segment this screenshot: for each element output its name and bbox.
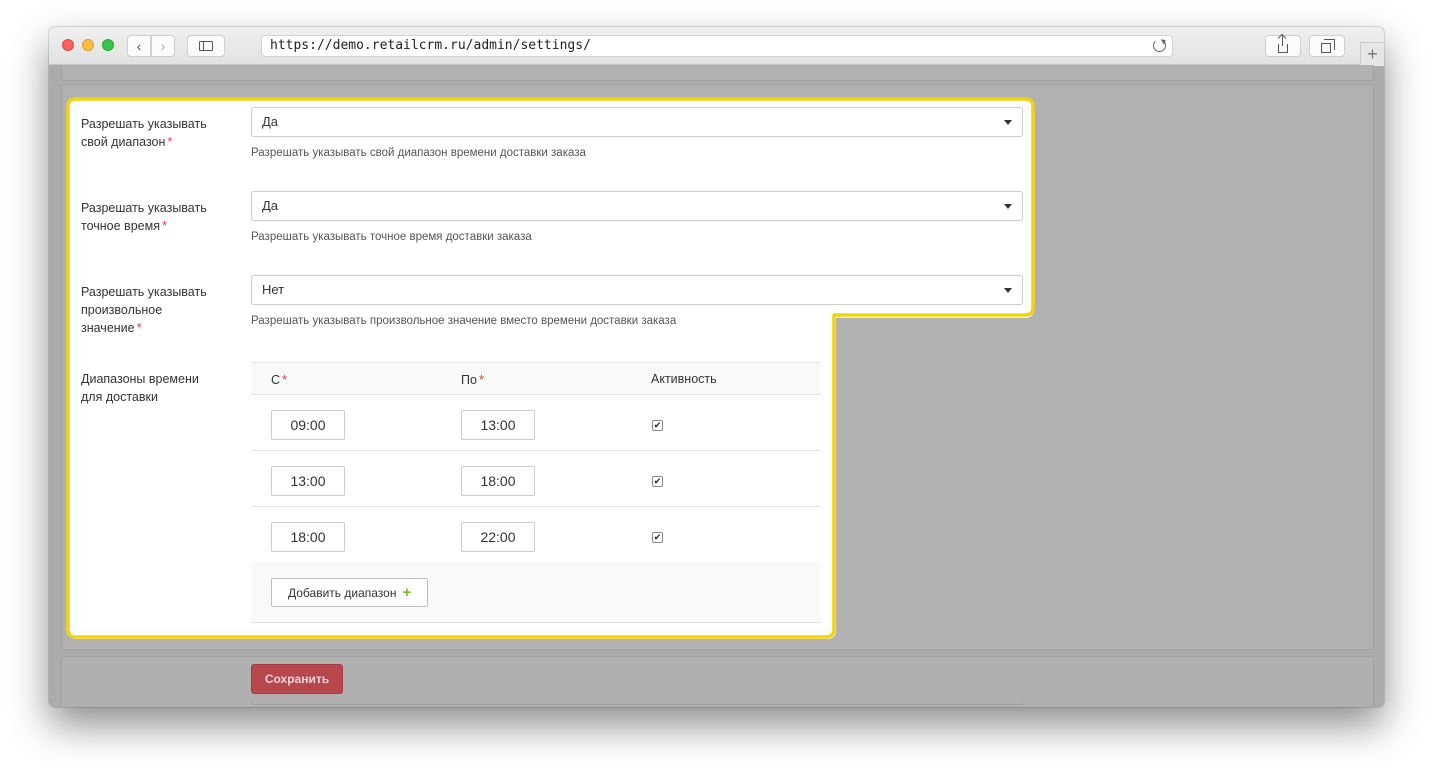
label-text: точное время	[81, 219, 160, 233]
chevron-right-icon: ›	[160, 38, 166, 54]
dimmed-field-edge	[251, 701, 1023, 705]
column-header-to: По *	[461, 372, 484, 387]
column-header-active: Активность	[651, 372, 717, 386]
required-marker: *	[167, 134, 173, 149]
required-marker: *	[478, 372, 484, 387]
sidebar-icon	[199, 41, 213, 51]
add-range-button[interactable]: Добавить диапазон +	[271, 578, 429, 607]
url-text: https://demo.retailcrm.ru/admin/settings…	[270, 38, 591, 53]
button-label: Добавить диапазон	[288, 586, 397, 600]
label-text: Разрешать указывать	[81, 285, 207, 299]
table-row: 18:00 22:00 ✔	[251, 507, 821, 563]
dimmed-panel-top	[61, 65, 1374, 81]
plus-icon: +	[402, 584, 412, 601]
caret-down-icon	[1004, 288, 1012, 293]
save-button[interactable]: Сохранить	[251, 664, 343, 694]
table-row: 09:00 13:00 ✔	[251, 395, 821, 451]
to-time-input[interactable]: 18:00	[461, 466, 535, 496]
custom-range-select[interactable]: Да	[251, 107, 1023, 137]
custom-range-help: Разрешать указывать свой диапазон времен…	[251, 147, 586, 159]
from-time-input[interactable]: 18:00	[271, 522, 345, 552]
delivery-ranges-label: Диапазоны времени для доставки	[81, 370, 231, 406]
header-text: По	[461, 373, 477, 387]
exact-time-label: Разрешать указывать точное время *	[81, 199, 231, 235]
label-text: свой диапазон	[81, 135, 166, 149]
select-value: Да	[262, 198, 279, 213]
caret-down-icon	[1004, 204, 1012, 209]
sidebar-toggle-button[interactable]	[187, 35, 225, 57]
plus-icon: +	[1367, 44, 1378, 64]
show-tabs-button[interactable]	[1309, 35, 1345, 57]
arbitrary-value-label: Разрешать указывать произвольное значени…	[81, 283, 231, 337]
new-tab-button[interactable]: +	[1360, 42, 1384, 66]
minimize-window-button[interactable]	[82, 39, 94, 51]
reload-icon[interactable]	[1153, 39, 1166, 52]
header-text: С	[271, 373, 281, 387]
required-marker: *	[161, 218, 168, 233]
custom-range-label: Разрешать указывать свой диапазон *	[81, 115, 231, 151]
forward-button[interactable]: ›	[151, 35, 175, 57]
required-marker: *	[282, 372, 288, 387]
label-text: для доставки	[81, 390, 158, 404]
from-time-input[interactable]: 09:00	[271, 410, 345, 440]
arbitrary-value-select[interactable]: Нет	[251, 275, 1023, 305]
active-checkbox[interactable]: ✔	[652, 420, 663, 431]
exact-time-help: Разрешать указывать точное время доставк…	[251, 231, 532, 243]
select-value: Да	[262, 114, 279, 129]
zoom-window-button[interactable]	[102, 39, 114, 51]
arbitrary-value-help: Разрешать указывать произвольное значени…	[251, 315, 677, 327]
share-icon	[1278, 35, 1288, 53]
active-checkbox[interactable]: ✔	[652, 476, 663, 487]
browser-toolbar: ‹ › https://demo.retailcrm.ru/admin/sett…	[49, 27, 1384, 66]
table-row: 13:00 18:00 ✔	[251, 451, 821, 507]
caret-down-icon	[1004, 120, 1012, 125]
required-marker: *	[136, 320, 142, 335]
table-header: С * По * Активность	[251, 362, 821, 395]
exact-time-select[interactable]: Да	[251, 191, 1023, 221]
active-checkbox[interactable]: ✔	[652, 532, 663, 543]
tabs-icon	[1320, 38, 1335, 53]
close-window-button[interactable]	[62, 39, 74, 51]
address-bar[interactable]: https://demo.retailcrm.ru/admin/settings…	[261, 35, 1173, 57]
label-text: значение	[81, 321, 135, 335]
label-text: Разрешать указывать	[81, 117, 207, 131]
from-time-input[interactable]: 13:00	[271, 466, 345, 496]
column-header-from: С *	[271, 372, 287, 387]
label-text: произвольное	[81, 303, 163, 317]
to-time-input[interactable]: 22:00	[461, 522, 535, 552]
to-time-input[interactable]: 13:00	[461, 410, 535, 440]
label-text: Диапазоны времени	[81, 372, 199, 386]
back-button[interactable]: ‹	[127, 35, 151, 57]
add-range-row: Добавить диапазон +	[251, 562, 821, 623]
label-text: Разрешать указывать	[81, 201, 207, 215]
chevron-left-icon: ‹	[136, 38, 142, 54]
share-button[interactable]	[1265, 35, 1301, 57]
select-value: Нет	[262, 282, 285, 297]
